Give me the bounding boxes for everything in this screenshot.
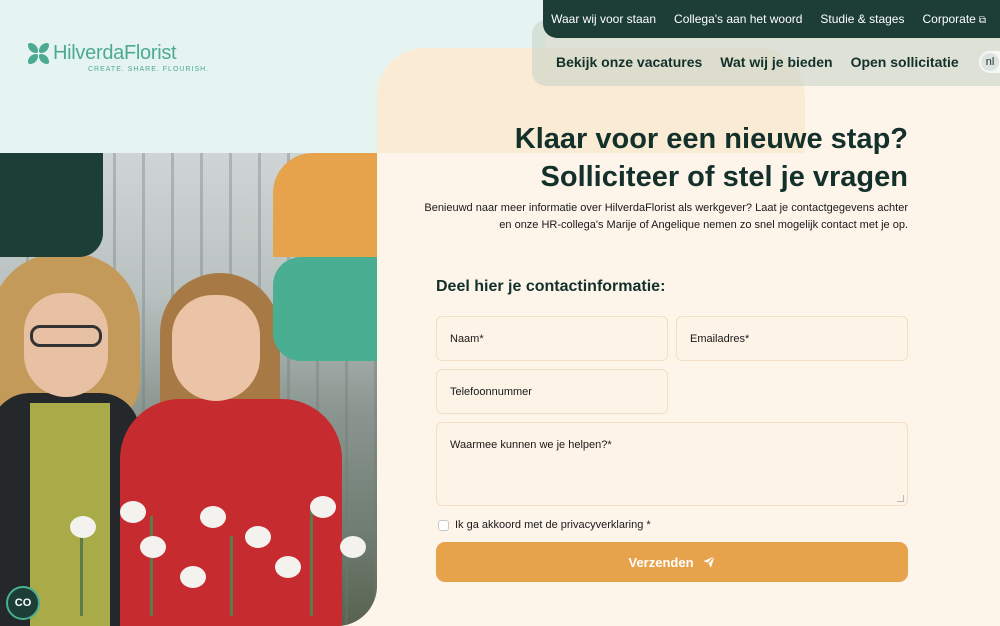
nav-corporate-label: Corporate bbox=[922, 12, 976, 26]
language-switcher: nl en bbox=[978, 51, 1000, 73]
privacy-row: Ik ga akkoord met de privacyverklaring * bbox=[438, 519, 651, 531]
top-nav: Waar wij voor staan Collega's aan het wo… bbox=[543, 0, 1000, 38]
intro-line-1: Benieuwd naar meer informatie over Hilve… bbox=[424, 202, 908, 214]
external-link-icon: ⧉ bbox=[978, 15, 986, 26]
nav-studie-stages[interactable]: Studie & stages bbox=[820, 12, 904, 26]
lang-nl[interactable]: nl bbox=[980, 53, 1000, 71]
nav-corporate[interactable]: Corporate ⧉ bbox=[922, 12, 986, 26]
resize-handle[interactable] bbox=[897, 495, 904, 502]
form-title: Deel hier je contactinformatie: bbox=[436, 278, 666, 295]
nav-waar-wij-voor-staan[interactable]: Waar wij voor staan bbox=[551, 12, 656, 26]
message-field-label: Waarmee kunnen we je helpen?* bbox=[450, 439, 612, 451]
send-icon bbox=[702, 555, 715, 568]
email-field[interactable]: Emailadres* bbox=[676, 316, 908, 361]
intro-line-2: en onze HR-collega's Marije of Angelique… bbox=[499, 219, 908, 231]
phone-field-label: Telefoonnummer bbox=[450, 385, 532, 398]
name-field[interactable]: Naam* bbox=[436, 316, 668, 361]
phone-field[interactable]: Telefoonnummer bbox=[436, 369, 668, 414]
decor-block-dark bbox=[0, 153, 103, 257]
logo-tagline: CREATE. SHARE. FLOURISH. bbox=[88, 66, 210, 73]
nav-vacatures[interactable]: Bekijk onze vacatures bbox=[556, 54, 702, 70]
nav-open-sollicitatie[interactable]: Open sollicitatie bbox=[851, 54, 959, 70]
logo-text: HilverdaFlorist bbox=[53, 42, 177, 64]
privacy-label[interactable]: Ik ga akkoord met de privacyverklaring * bbox=[455, 519, 651, 531]
message-field[interactable]: Waarmee kunnen we je helpen?* bbox=[436, 422, 908, 506]
intro-text: Benieuwd naar meer informatie over Hilve… bbox=[408, 200, 908, 234]
privacy-checkbox[interactable] bbox=[438, 519, 449, 531]
flower-logo-icon bbox=[28, 42, 50, 65]
decor-block-orange bbox=[273, 153, 377, 257]
headline-line-2: Solliciteer of stel je vragen bbox=[540, 161, 908, 193]
email-field-label: Emailadres* bbox=[690, 332, 750, 345]
nav-collegas[interactable]: Collega's aan het woord bbox=[674, 12, 802, 26]
submit-label: Verzenden bbox=[628, 554, 694, 570]
page-title: Klaar voor een nieuwe stap? Solliciteer … bbox=[515, 120, 908, 196]
nav-wat-wij-bieden[interactable]: Wat wij je bieden bbox=[720, 54, 832, 70]
submit-button[interactable]: Verzenden bbox=[436, 542, 908, 582]
flowers bbox=[60, 496, 377, 616]
cookie-settings-button[interactable]: CO bbox=[6, 586, 40, 620]
decor-block-teal bbox=[273, 257, 377, 361]
headline-line-1: Klaar voor een nieuwe stap? bbox=[514, 123, 908, 155]
logo[interactable]: HilverdaFlorist bbox=[28, 42, 177, 65]
name-field-label: Naam* bbox=[450, 332, 484, 345]
